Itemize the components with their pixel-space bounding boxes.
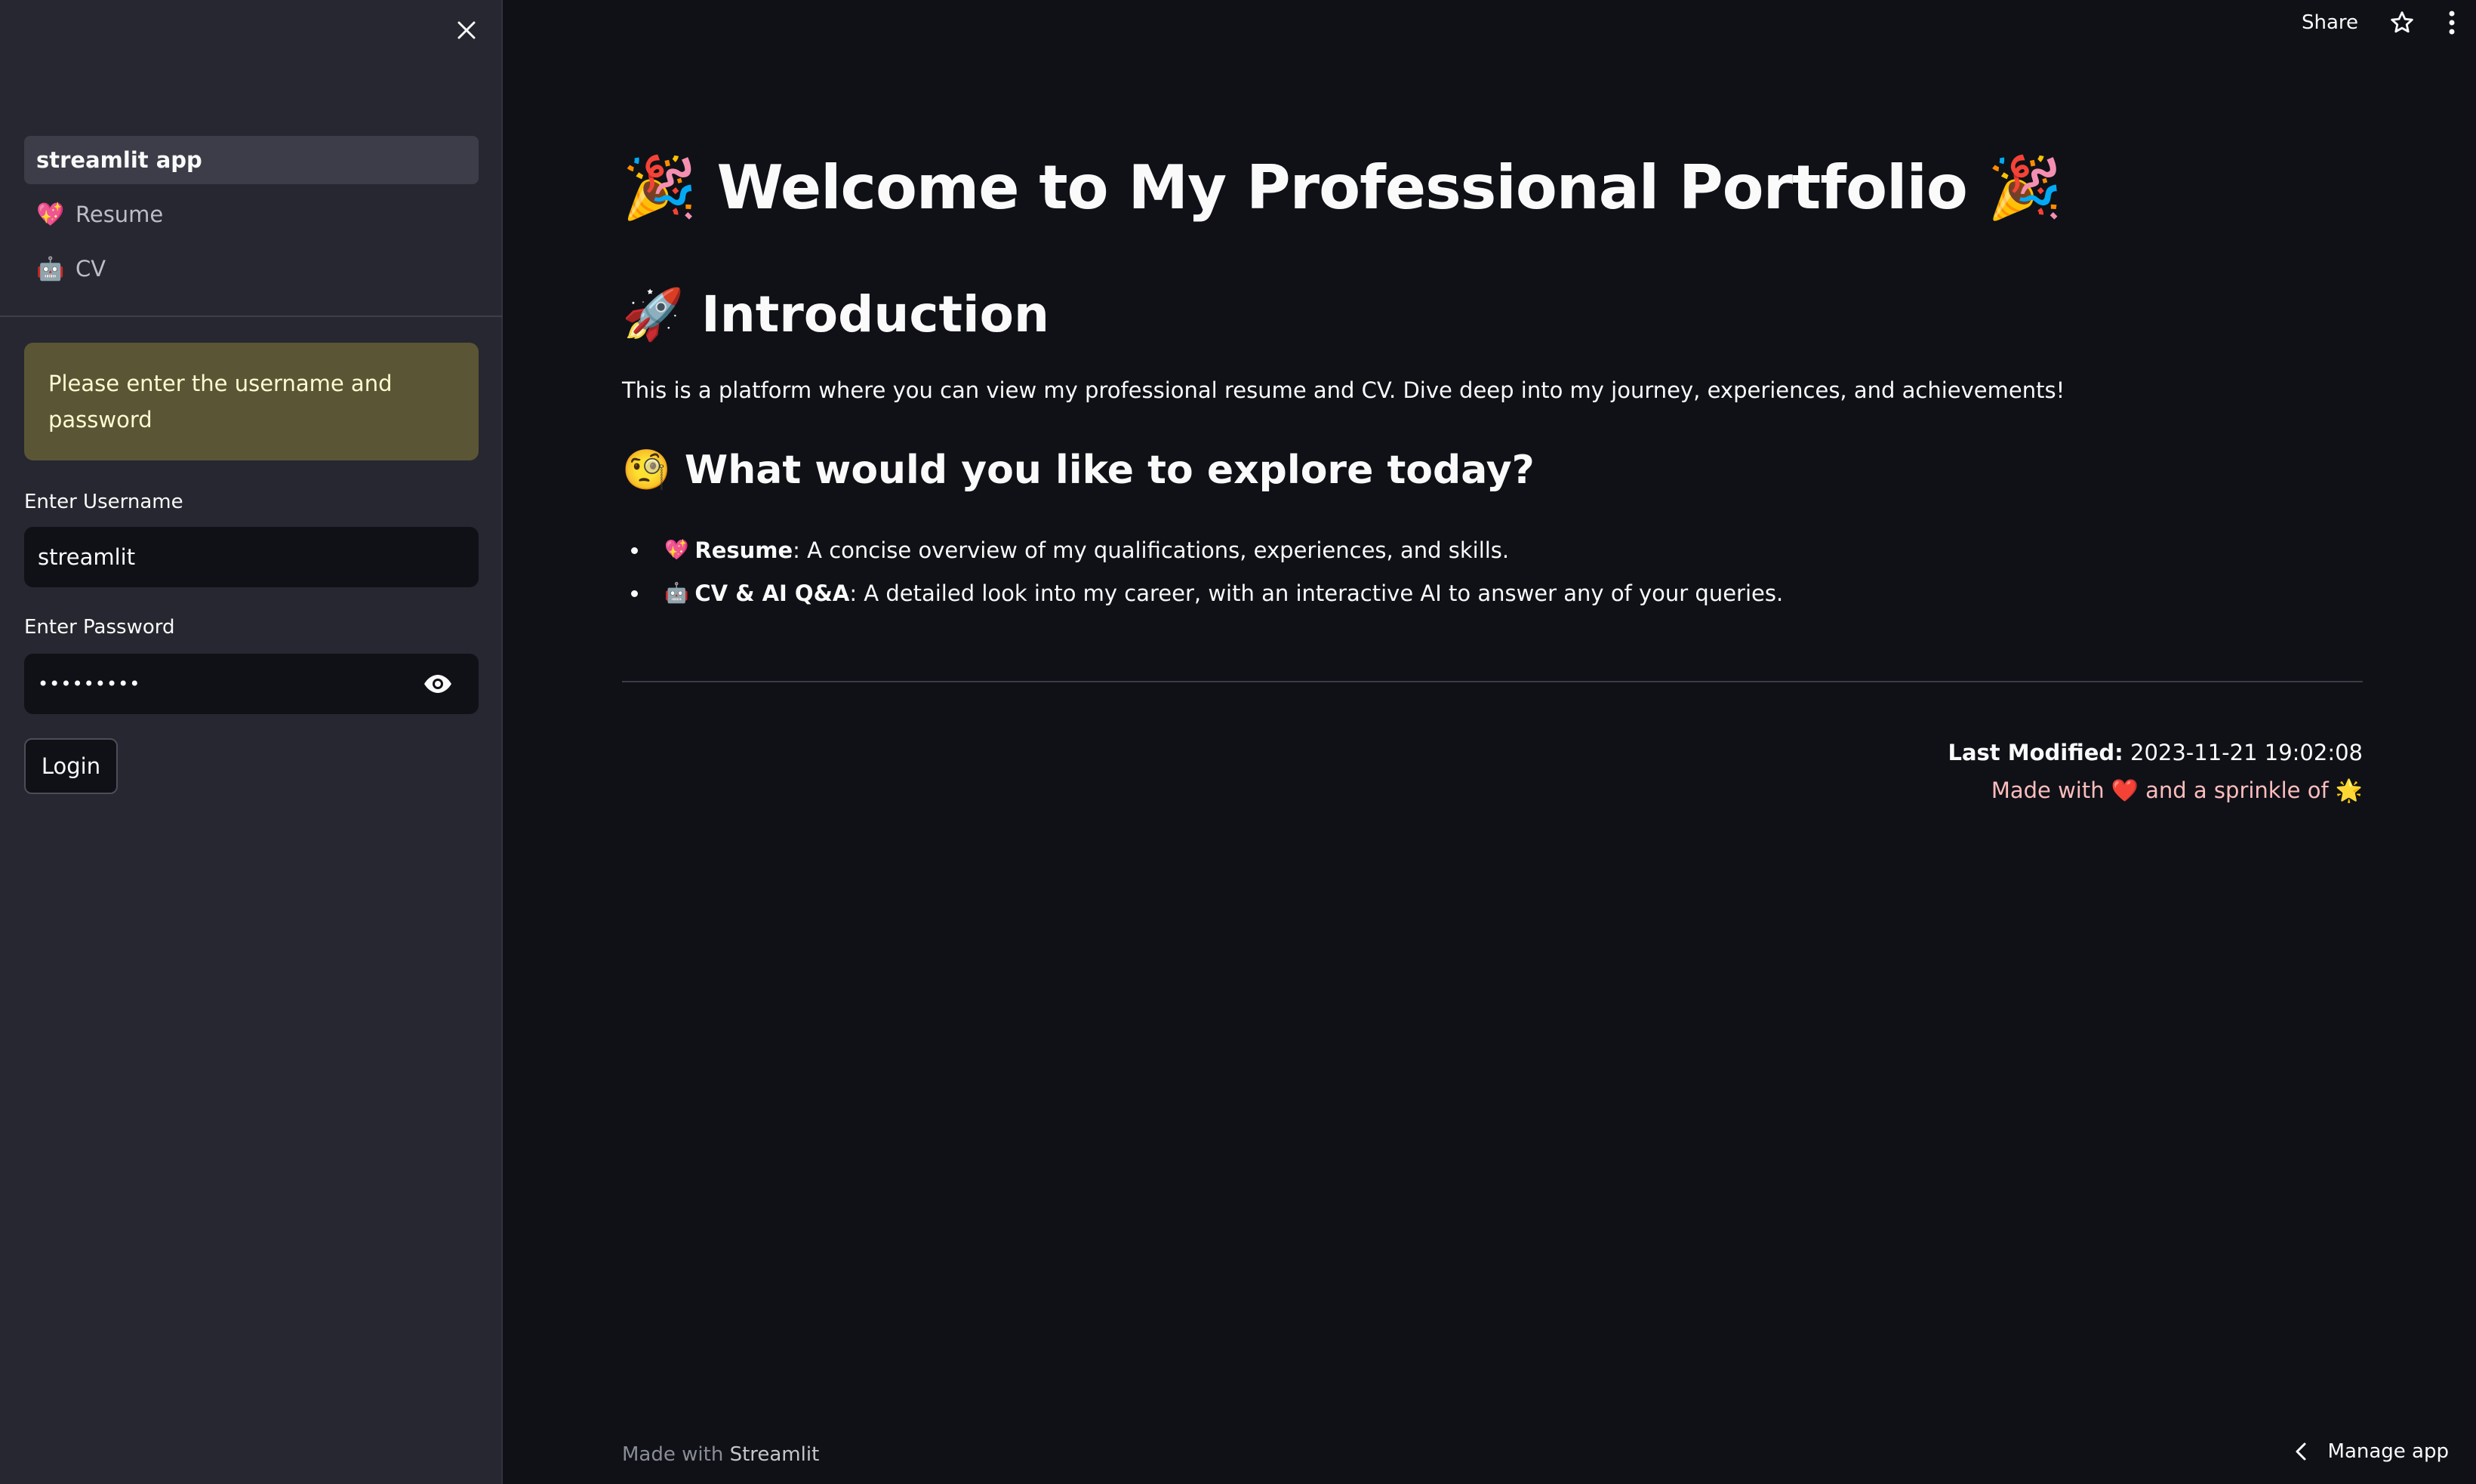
sidebar-item-label: Resume: [75, 202, 164, 227]
password-input[interactable]: •••••••••: [24, 654, 479, 714]
list-item: 🤖 CV & AI Q&A : A detailed look into my …: [622, 571, 2366, 614]
main-menu-button[interactable]: [2437, 8, 2467, 38]
divider: [622, 681, 2363, 682]
manage-app-label: Manage app: [2327, 1440, 2449, 1463]
username-input[interactable]: streamlit: [24, 527, 479, 587]
password-label: Enter Password: [24, 616, 175, 639]
streamlit-link[interactable]: Streamlit: [730, 1443, 820, 1466]
list-item-title: CV & AI Q&A: [694, 580, 850, 606]
username-label: Enter Username: [24, 491, 183, 513]
streamlit-footer: Made with Streamlit: [622, 1443, 819, 1466]
star-button[interactable]: [2387, 8, 2417, 38]
sidebar-item-cv[interactable]: 🤖 CV: [24, 245, 479, 293]
list-item-text: : A concise overview of my qualification…: [793, 537, 1510, 563]
chevron-left-icon: [2296, 1442, 2306, 1461]
made-with-love-text: Made with ❤️ and a sprinkle of 🌟: [1991, 777, 2363, 803]
manage-app-button[interactable]: Manage app: [2295, 1440, 2449, 1463]
page-meta: Last Modified: 2023-11-21 19:02:08 Made …: [1948, 734, 2364, 809]
eye-icon: [424, 675, 451, 693]
sidebar-item-streamlit-app[interactable]: streamlit app: [24, 136, 479, 184]
last-modified-value: 2023-11-21 19:02:08: [2123, 740, 2363, 765]
list-item: 💖 Resume : A concise overview of my qual…: [622, 528, 2366, 571]
footer-made-with: Made with: [622, 1443, 730, 1466]
login-warning-alert: Please enter the username and password: [24, 343, 479, 460]
explore-list: 💖 Resume : A concise overview of my qual…: [622, 528, 2366, 614]
close-sidebar-button[interactable]: [445, 9, 488, 51]
heart-icon: 💖: [664, 538, 689, 562]
sidebar-item-label: streamlit app: [36, 147, 202, 173]
last-modified: Last Modified: 2023-11-21 19:02:08: [1948, 734, 2364, 771]
list-item-title: Resume: [694, 537, 793, 563]
share-button[interactable]: Share: [2302, 11, 2358, 34]
top-toolbar: Share: [2302, 5, 2467, 41]
password-value: •••••••••: [38, 673, 141, 694]
page-title: 🎉 Welcome to My Professional Portfolio 🎉: [622, 152, 2062, 223]
username-value: streamlit: [38, 544, 136, 570]
sidebar-item-label: CV: [75, 256, 106, 282]
list-item-text: : A detailed look into my career, with a…: [849, 580, 1784, 606]
star-icon: [2391, 11, 2413, 33]
introduction-heading: 🚀 Introduction: [622, 285, 1049, 343]
show-password-button[interactable]: [423, 670, 453, 697]
robot-icon: 🤖: [36, 255, 65, 282]
sidebar-divider: [0, 316, 503, 317]
close-icon: [457, 21, 476, 39]
login-button[interactable]: Login: [24, 738, 118, 794]
sidebar-nav: streamlit app 💖 Resume 🤖 CV: [24, 136, 479, 299]
introduction-text: This is a platform where you can view my…: [622, 377, 2065, 403]
last-modified-label: Last Modified:: [1948, 740, 2123, 765]
robot-icon: 🤖: [664, 581, 689, 605]
explore-heading: 🧐 What would you like to explore today?: [622, 448, 1535, 493]
sidebar: streamlit app 💖 Resume 🤖 CV Please enter…: [0, 0, 503, 1484]
kebab-menu-icon: [2449, 11, 2455, 35]
heart-icon: 💖: [36, 201, 65, 228]
sidebar-item-resume[interactable]: 💖 Resume: [24, 190, 479, 239]
